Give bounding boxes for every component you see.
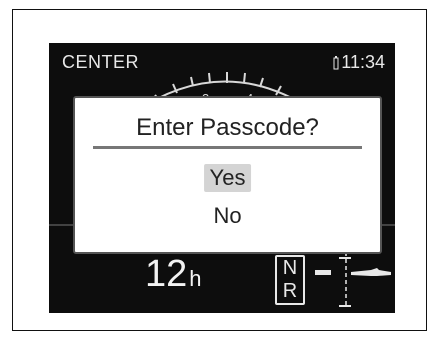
hours-value: 12 <box>145 253 188 295</box>
display-screen: CENTER 11:34 3 4 12 h N R <box>49 43 395 313</box>
no-option[interactable]: No <box>207 202 247 230</box>
gear-reverse: R <box>282 280 298 302</box>
hours-readout: 12 h <box>145 253 202 296</box>
dialog-divider <box>93 146 362 149</box>
gear-indicator: N R <box>275 255 305 305</box>
dialog-title: Enter Passcode? <box>136 114 319 141</box>
hours-unit: h <box>189 266 202 291</box>
yes-option[interactable]: Yes <box>203 164 252 192</box>
gear-neutral: N <box>282 257 298 279</box>
passcode-dialog: Enter Passcode? Yes No <box>73 96 382 254</box>
trim-indicator-icon <box>315 252 391 308</box>
